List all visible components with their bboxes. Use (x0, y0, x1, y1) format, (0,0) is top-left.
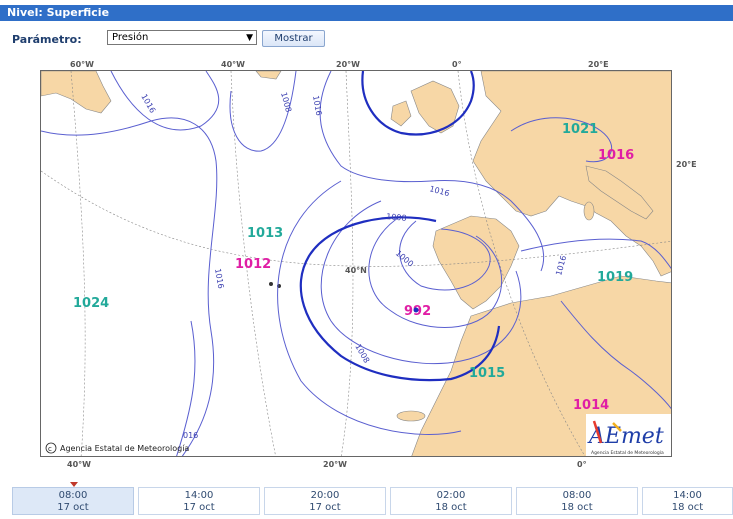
time-slot-time: 02:00 (436, 490, 466, 501)
time-slot-time: 20:00 (310, 490, 340, 501)
chevron-down-icon: ▼ (246, 33, 253, 43)
isobar-label-7: 1016 (554, 255, 568, 277)
isobar-label-9: 1016 (213, 268, 225, 290)
coord-40n-inline: 40°N (345, 266, 367, 275)
time-slot[interactable]: 14:00 18 oct (642, 487, 733, 515)
isobar-label-10: 016 (183, 431, 198, 440)
time-slot[interactable]: 14:00 17 oct (138, 487, 260, 515)
isobar-label-4: 1016 (428, 184, 450, 198)
high-label-1015: 1015 (469, 366, 505, 381)
high-label-1019: 1019 (597, 270, 633, 285)
low-center-dot (413, 307, 419, 313)
coord-bottom-20w: 20°W (323, 460, 347, 469)
coord-bottom-0: 0° (577, 460, 587, 469)
svg-text:c: c (48, 445, 52, 453)
land-canaries (396, 410, 426, 422)
land-iceland (255, 71, 282, 80)
land-greenland (41, 71, 112, 114)
isobar-label-5: 1008 (386, 212, 407, 223)
low-label-1012: 1012 (235, 257, 271, 272)
time-slot-date: 17 oct (57, 502, 89, 513)
time-slot-date: 17 oct (309, 502, 341, 513)
low-label-1014: 1014 (573, 398, 609, 413)
copyright-text: Agencia Estatal de Meteorología (60, 444, 189, 453)
coord-top-60w: 60°W (70, 60, 94, 69)
time-slot-time: 08:00 (58, 490, 88, 501)
page-title: Nivel: Superficie (0, 5, 733, 21)
time-selector: 08:00 17 oct 14:00 17 oct 20:00 17 oct 0… (12, 487, 733, 515)
time-slot-date: 18 oct (435, 502, 467, 513)
isobar-label-8: 1008 (353, 343, 371, 365)
land-sardinia (583, 201, 595, 221)
time-slot-date: 18 oct (671, 502, 704, 513)
coord-top-0: 0° (452, 60, 462, 69)
parameter-label: Parámetro: (12, 33, 82, 46)
time-slot-time: 14:00 (184, 490, 214, 501)
weather-map: 1016 1008 1016 1016 1008 1000 1016 1008 … (40, 70, 672, 457)
time-slot-date: 18 oct (561, 502, 593, 513)
isobar-label-2: 1008 (279, 91, 293, 113)
time-slot-date: 17 oct (183, 502, 215, 513)
high-label-1024: 1024 (73, 296, 109, 311)
coord-bottom-40w: 40°W (67, 460, 91, 469)
time-slot[interactable]: 08:00 18 oct (516, 487, 638, 515)
coord-top-20w: 20°W (336, 60, 360, 69)
time-slot[interactable]: 20:00 17 oct (264, 487, 386, 515)
parameter-select-value: Presión (112, 32, 149, 43)
show-button[interactable]: Mostrar (262, 30, 325, 47)
high-label-1013: 1013 (247, 226, 283, 241)
aemet-logo: AEmet Agencia Estatal de Meteorología (586, 414, 671, 456)
pressure-map-svg: 1016 1008 1016 1016 1008 1000 1016 1008 … (41, 71, 671, 456)
coord-side-20e: 20°E (676, 160, 697, 169)
land-ireland (390, 100, 412, 127)
land-iberia (432, 215, 520, 310)
parameter-select[interactable]: Presión ▼ (107, 30, 257, 45)
coord-top-20e: 20°E (588, 60, 609, 69)
logo-subtitle: Agencia Estatal de Meteorología (591, 449, 664, 456)
time-slot[interactable]: 08:00 17 oct (12, 487, 134, 515)
low-label-1016: 1016 (598, 148, 634, 163)
time-slot-time: 14:00 (673, 490, 702, 501)
coord-top-40w: 40°W (221, 60, 245, 69)
time-slot-time: 08:00 (562, 490, 592, 501)
high-label-1021: 1021 (562, 122, 598, 137)
isobar-label-6: 1000 (394, 249, 415, 269)
time-slot[interactable]: 02:00 18 oct (390, 487, 512, 515)
isobar-label-1: 1016 (139, 93, 157, 115)
